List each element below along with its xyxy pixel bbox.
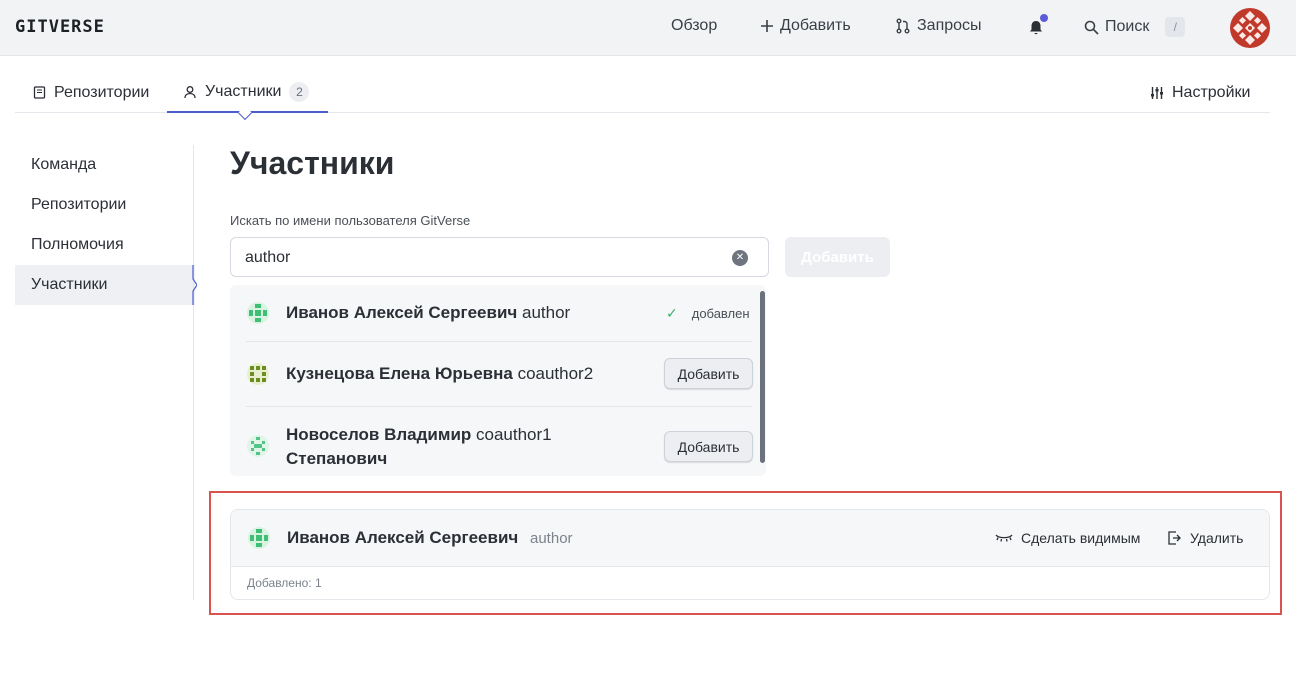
sidebar-item-label: Участники: [31, 276, 108, 293]
result-full-name: Иванов Алексей Сергеевич: [286, 303, 518, 322]
nav-overview-label: Обзор: [671, 17, 718, 34]
user-search-field[interactable]: ✕: [230, 237, 769, 277]
user-avatar[interactable]: [1229, 7, 1271, 49]
tab-members-label: Участники: [205, 82, 282, 100]
result-login: author: [522, 303, 571, 322]
result-login: coauthor1: [476, 425, 552, 444]
user-avatar-icon: [248, 527, 270, 549]
remove-label: Удалить: [1190, 530, 1244, 546]
sidebar-item-repositories[interactable]: Репозитории: [15, 185, 195, 225]
nav-add-label: Добавить: [780, 17, 851, 34]
sidebar-item-label: Команда: [31, 156, 97, 173]
user-avatar-icon: [247, 302, 269, 324]
result-item-name[interactable]: Иванов Алексей Сергеевич author: [286, 301, 570, 325]
sidebar-item-permissions[interactable]: Полномочия: [15, 225, 195, 265]
search-shortcut-key: /: [1165, 17, 1186, 37]
member-card: Иванов Алексей Сергеевич author Сделать …: [230, 509, 1270, 600]
user-search-input[interactable]: [245, 247, 715, 269]
result-login: coauthor2: [517, 364, 594, 383]
tab-repositories-label: Репозитории: [54, 83, 150, 101]
tab-repositories[interactable]: Репозитории: [33, 72, 149, 113]
clear-search-icon[interactable]: ✕: [732, 250, 748, 266]
nav-requests[interactable]: Запросы: [895, 17, 982, 35]
member-login: author: [530, 530, 573, 547]
result-item-name[interactable]: Кузнецова Елена Юрьевна coauthor2: [286, 362, 593, 386]
search-field-label: Искать по имени пользователя GitVerse: [230, 213, 471, 228]
plus-icon: [761, 20, 773, 32]
result-full-name-line1: Новоселов Владимир: [286, 425, 472, 444]
nav-search-label: Поиск: [1105, 18, 1150, 35]
settings-label: Настройки: [1172, 83, 1251, 101]
members-count-badge: 2: [289, 81, 310, 102]
result-added-status: ✓ добавлен: [666, 305, 750, 322]
org-tabs: Репозитории Участники 2 Настройки: [15, 72, 1270, 113]
pull-request-icon: [896, 18, 910, 34]
sidebar: Команда Репозитории Полномочия Участники: [15, 145, 195, 305]
dropdown-scrollbar[interactable]: [760, 291, 765, 463]
nav-search[interactable]: Поиск /: [1084, 17, 1186, 37]
settings-sliders-icon: [1151, 86, 1163, 99]
result-full-name-line2: Степанович: [286, 449, 388, 468]
sidebar-item-label: Репозитории: [31, 196, 127, 213]
added-count: Добавлено: 1: [247, 576, 322, 590]
nav-add[interactable]: Добавить: [760, 17, 851, 35]
add-user-button[interactable]: Добавить: [664, 431, 753, 462]
nav-requests-label: Запросы: [917, 17, 982, 34]
settings-link[interactable]: Настройки: [1150, 72, 1250, 113]
member-row: Иванов Алексей Сергеевич author Сделать …: [231, 510, 1269, 567]
gitverse-logo[interactable]: GITVERSE: [15, 17, 105, 37]
list-separator: [246, 406, 752, 407]
result-item-name[interactable]: Новоселов Владимир coauthor1 Степанович: [286, 423, 552, 471]
list-separator: [246, 341, 752, 342]
sidebar-active-indicator: [192, 265, 197, 305]
sidebar-item-members[interactable]: Участники: [15, 265, 195, 305]
eye-closed-icon: [995, 534, 1013, 542]
search-results-dropdown: Иванов Алексей Сергеевич author ✓ добавл…: [230, 285, 766, 476]
result-full-name: Кузнецова Елена Юрьевна: [286, 364, 513, 383]
nav-overview[interactable]: Обзор: [671, 17, 717, 35]
sidebar-divider: [193, 145, 194, 600]
sidebar-item-label: Полномочия: [31, 236, 124, 253]
sidebar-item-team[interactable]: Команда: [15, 145, 195, 185]
search-icon: [1084, 20, 1099, 35]
user-avatar-icon: [247, 363, 269, 385]
make-visible-button[interactable]: Сделать видимым: [995, 530, 1140, 546]
member-full-name: Иванов Алексей Сергеевич: [287, 528, 519, 547]
notification-badge: [1040, 14, 1048, 22]
make-visible-label: Сделать видимым: [1021, 530, 1141, 546]
add-user-button[interactable]: Добавить: [664, 358, 753, 389]
added-status-label: добавлен: [691, 306, 750, 321]
check-icon: ✓: [666, 305, 678, 321]
remove-member-button[interactable]: Удалить: [1166, 530, 1243, 546]
tab-members[interactable]: Участники 2: [167, 72, 328, 113]
user-icon: [184, 85, 196, 98]
add-member-button[interactable]: Добавить: [785, 237, 890, 277]
user-avatar-icon: [247, 435, 269, 457]
repo-icon: [33, 86, 46, 99]
leave-icon: [1168, 531, 1181, 545]
page-title: Участники: [230, 145, 395, 181]
top-navigation-bar: GITVERSE Обзор Добавить Запросы Поиск /: [0, 0, 1296, 56]
